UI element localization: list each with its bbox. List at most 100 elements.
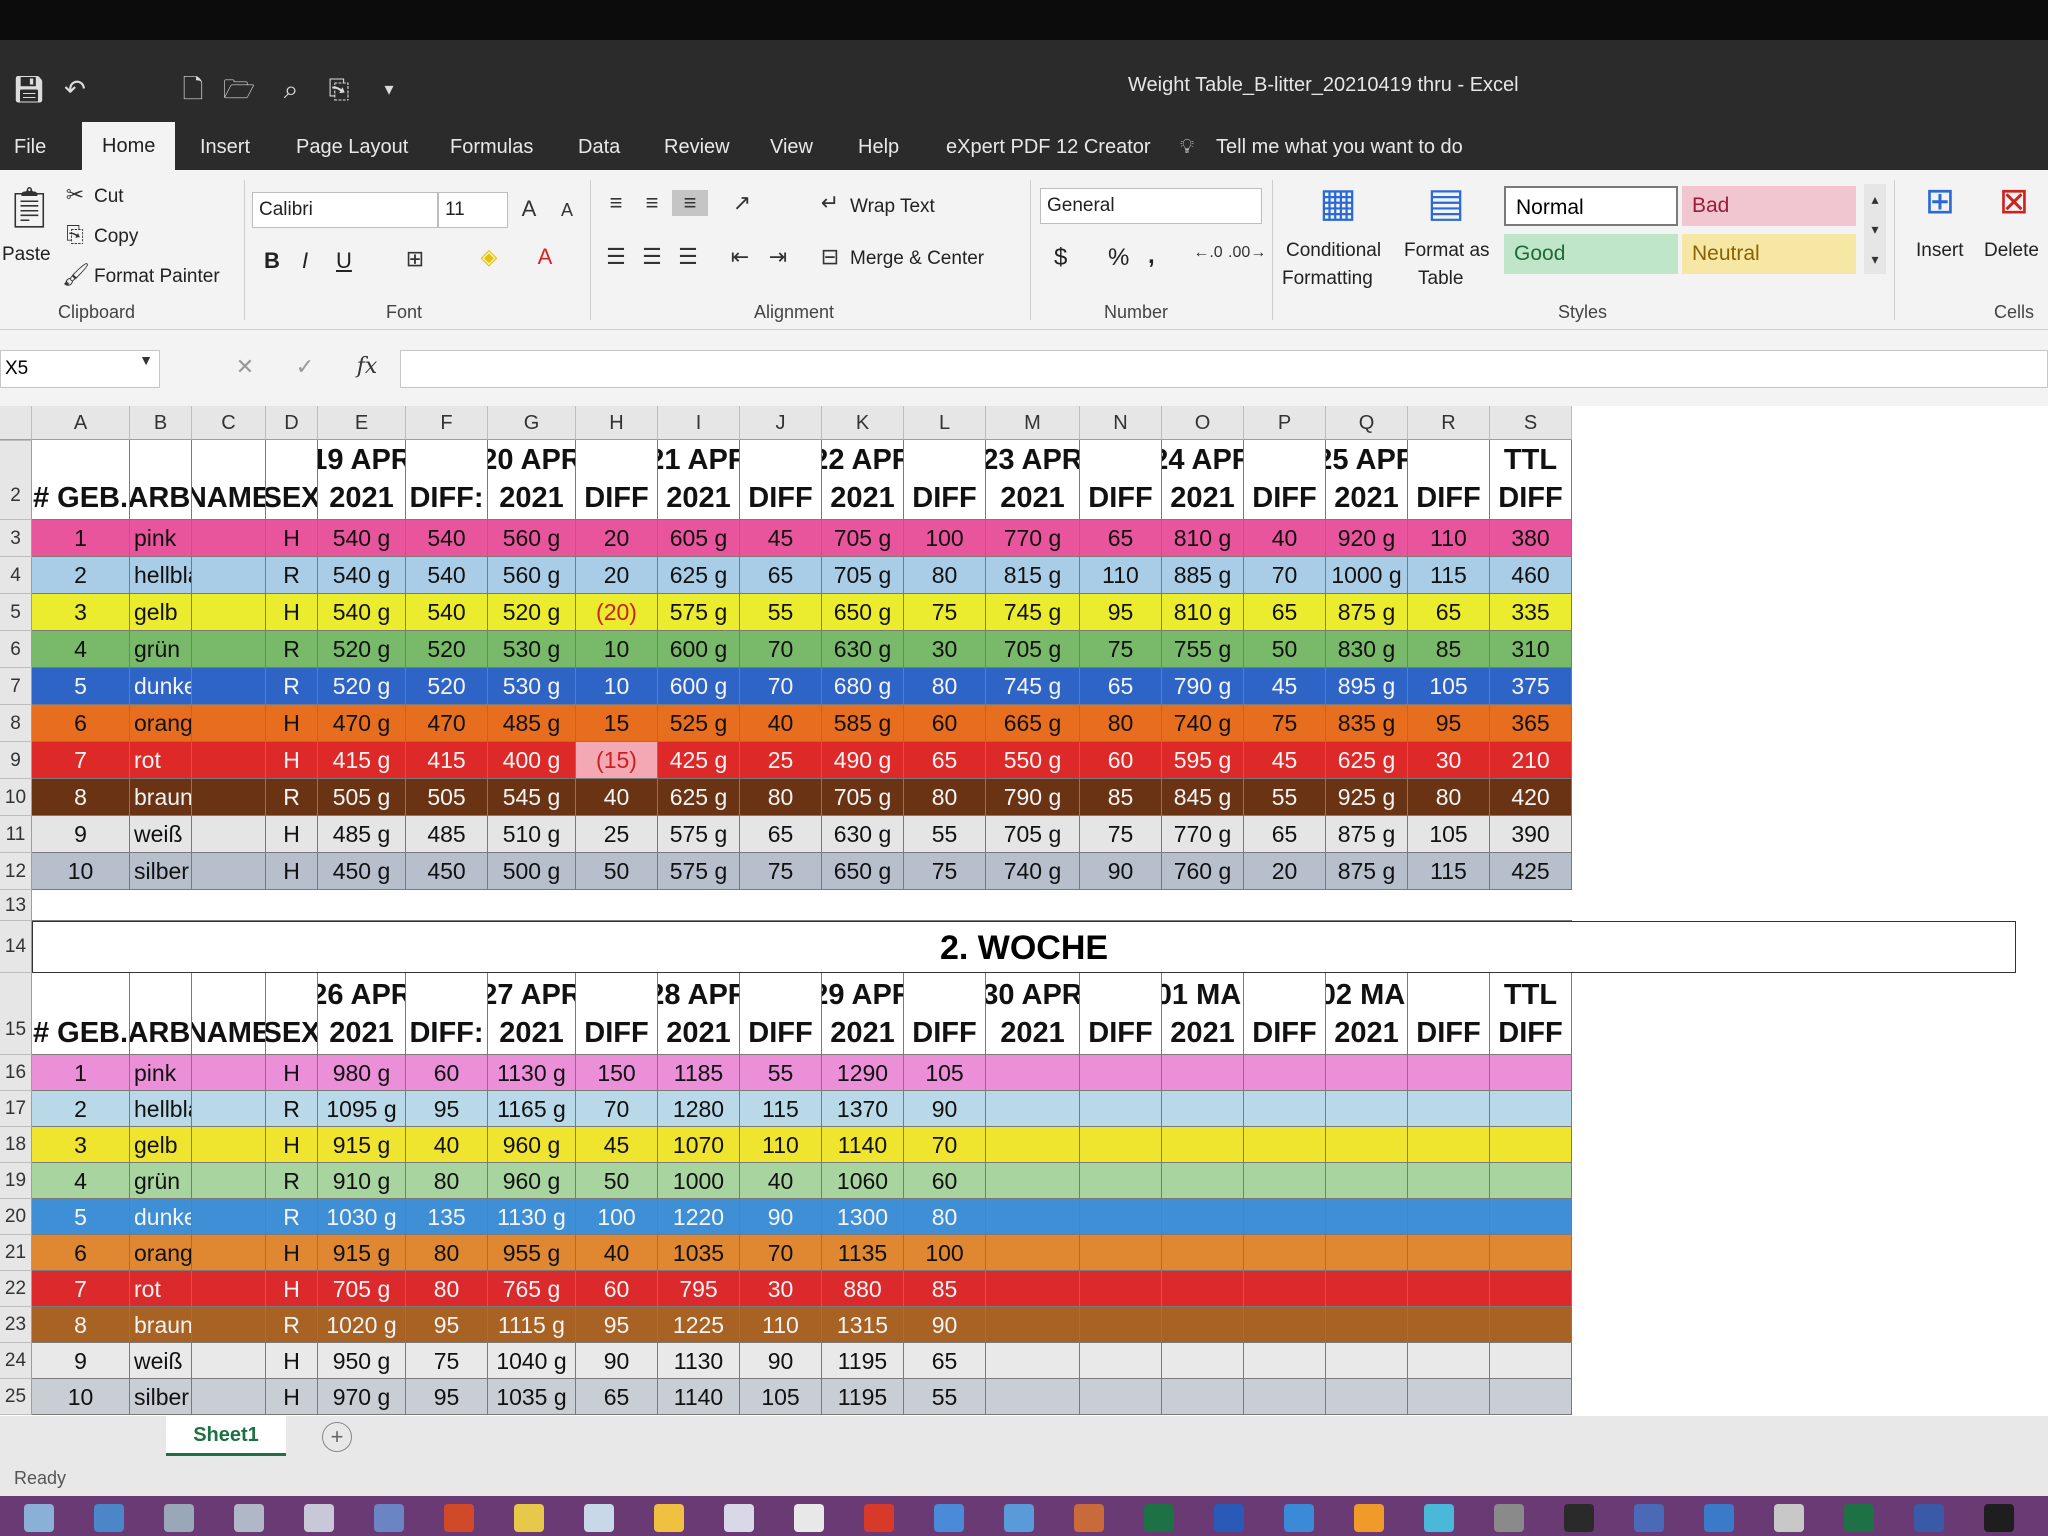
week2-cell-p20[interactable] [1244, 1199, 1326, 1235]
week1-cell-p8[interactable]: 75 [1244, 705, 1326, 742]
week2-cell-e24[interactable]: 950 g [318, 1343, 406, 1379]
insert-button[interactable]: Insert [1916, 240, 1964, 262]
week2-cell-a19[interactable]: 4 [32, 1163, 130, 1199]
week2-cell-q25[interactable] [1326, 1379, 1408, 1415]
tab-expert-pdf[interactable]: eXpert PDF 12 Creator [946, 132, 1151, 162]
week2-cell-p19[interactable] [1244, 1163, 1326, 1199]
week1-cell-j4[interactable]: 65 [740, 557, 822, 594]
wrap-text-button[interactable]: Wrap Text [850, 196, 935, 218]
week1-cell-p6[interactable]: 50 [1244, 631, 1326, 668]
fill-color-icon[interactable]: ◈ [474, 244, 504, 270]
week1-cell-h7[interactable]: 10 [576, 668, 658, 705]
row-header-17[interactable]: 17 [0, 1091, 32, 1127]
week1-cell-c6[interactable] [192, 631, 266, 668]
week2-cell-s16[interactable] [1490, 1055, 1572, 1091]
week2-cell-m17[interactable] [986, 1091, 1080, 1127]
week1-header-b[interactable]: FARBE [130, 440, 192, 520]
week1-cell-i10[interactable]: 625 g [658, 779, 740, 816]
taskbar-app-icon[interactable] [234, 1504, 264, 1532]
week2-cell-n22[interactable] [1080, 1271, 1162, 1307]
week2-cell-l16[interactable]: 105 [904, 1055, 986, 1091]
week1-cell-n6[interactable]: 75 [1080, 631, 1162, 668]
week1-header-p[interactable]: DIFF [1244, 440, 1326, 520]
week2-cell-a24[interactable]: 9 [32, 1343, 130, 1379]
row-header-14[interactable]: 14 [0, 921, 32, 973]
week1-header-c[interactable]: NAME [192, 440, 266, 520]
week1-cell-l7[interactable]: 80 [904, 668, 986, 705]
week2-cell-p23[interactable] [1244, 1307, 1326, 1343]
week1-cell-d10[interactable]: R [266, 779, 318, 816]
week1-cell-h12[interactable]: 50 [576, 853, 658, 890]
week1-cell-q10[interactable]: 925 g [1326, 779, 1408, 816]
week1-cell-o4[interactable]: 885 g [1162, 557, 1244, 594]
week2-cell-d24[interactable]: H [266, 1343, 318, 1379]
week1-cell-g8[interactable]: 485 g [488, 705, 576, 742]
week1-cell-j9[interactable]: 25 [740, 742, 822, 779]
week1-cell-o3[interactable]: 810 g [1162, 520, 1244, 557]
week1-cell-p11[interactable]: 65 [1244, 816, 1326, 853]
week1-cell-k6[interactable]: 630 g [822, 631, 904, 668]
week1-cell-r10[interactable]: 80 [1408, 779, 1490, 816]
week2-cell-q24[interactable] [1326, 1343, 1408, 1379]
week2-cell-q20[interactable] [1326, 1199, 1408, 1235]
column-header-j[interactable]: J [740, 406, 822, 440]
week1-cell-b3[interactable]: pink [130, 520, 192, 557]
week2-cell-r24[interactable] [1408, 1343, 1490, 1379]
taskbar-app-icon[interactable] [654, 1504, 684, 1532]
week2-header-b[interactable]: FARBE [130, 973, 192, 1055]
align-top-icon[interactable]: ≡ [600, 190, 632, 216]
week2-cell-i22[interactable]: 795 [658, 1271, 740, 1307]
week1-cell-b11[interactable]: weiß [130, 816, 192, 853]
week2-cell-h24[interactable]: 90 [576, 1343, 658, 1379]
week1-cell-m6[interactable]: 705 g [986, 631, 1080, 668]
sheet-tab-sheet1[interactable]: Sheet1 [166, 1416, 286, 1456]
week2-cell-s17[interactable] [1490, 1091, 1572, 1127]
week2-cell-e19[interactable]: 910 g [318, 1163, 406, 1199]
week2-cell-p17[interactable] [1244, 1091, 1326, 1127]
week1-cell-e5[interactable]: 540 g [318, 594, 406, 631]
function-icon[interactable]: fx [350, 354, 384, 379]
week1-header-m[interactable]: 23 APR 2021 [986, 440, 1080, 520]
increase-decimal-icon[interactable]: ←.0 [1192, 244, 1224, 262]
week1-cell-o10[interactable]: 845 g [1162, 779, 1244, 816]
row-header-11[interactable]: 11 [0, 816, 32, 853]
week2-cell-c18[interactable] [192, 1127, 266, 1163]
format-as-table-line1[interactable]: Format as [1404, 240, 1490, 262]
week1-cell-q6[interactable]: 830 g [1326, 631, 1408, 668]
taskbar-app-icon[interactable] [1004, 1504, 1034, 1532]
week2-cell-r19[interactable] [1408, 1163, 1490, 1199]
row-header-23[interactable]: 23 [0, 1307, 32, 1343]
week1-cell-q11[interactable]: 875 g [1326, 816, 1408, 853]
column-header-r[interactable]: R [1408, 406, 1490, 440]
week1-cell-g10[interactable]: 545 g [488, 779, 576, 816]
week2-cell-g18[interactable]: 960 g [488, 1127, 576, 1163]
row-header-20[interactable]: 20 [0, 1199, 32, 1235]
week1-cell-o9[interactable]: 595 g [1162, 742, 1244, 779]
week1-cell-j5[interactable]: 55 [740, 594, 822, 631]
week1-cell-m10[interactable]: 790 g [986, 779, 1080, 816]
taskbar-app-icon[interactable] [724, 1504, 754, 1532]
week1-cell-r6[interactable]: 85 [1408, 631, 1490, 668]
tab-file[interactable]: File [14, 132, 46, 162]
week1-header-a[interactable]: # GEB. [32, 440, 130, 520]
column-header-b[interactable]: B [130, 406, 192, 440]
week2-cell-m22[interactable] [986, 1271, 1080, 1307]
week1-cell-l10[interactable]: 80 [904, 779, 986, 816]
week2-cell-o21[interactable] [1162, 1235, 1244, 1271]
taskbar-app-icon[interactable] [164, 1504, 194, 1532]
number-format-dropdown[interactable]: General [1040, 188, 1262, 224]
underline-button[interactable]: U [336, 248, 352, 274]
week1-cell-m4[interactable]: 815 g [986, 557, 1080, 594]
taskbar-app-icon[interactable] [1424, 1504, 1454, 1532]
week1-cell-r8[interactable]: 95 [1408, 705, 1490, 742]
week1-cell-f9[interactable]: 415 [406, 742, 488, 779]
week2-cell-j20[interactable]: 90 [740, 1199, 822, 1235]
week1-cell-i3[interactable]: 605 g [658, 520, 740, 557]
week1-cell-k5[interactable]: 650 g [822, 594, 904, 631]
week2-cell-a21[interactable]: 6 [32, 1235, 130, 1271]
week2-header-j[interactable]: DIFF [740, 973, 822, 1055]
format-as-table-line2[interactable]: Table [1418, 268, 1463, 290]
week2-cell-b17[interactable]: hellblau [130, 1091, 192, 1127]
week1-cell-q12[interactable]: 875 g [1326, 853, 1408, 890]
style-normal[interactable]: Normal [1504, 186, 1678, 226]
